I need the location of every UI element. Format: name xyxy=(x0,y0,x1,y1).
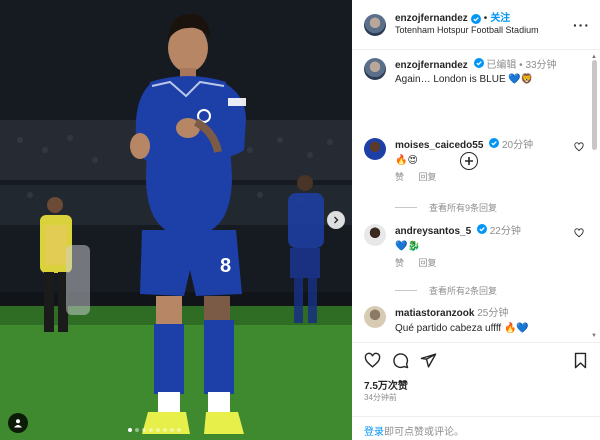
commenter-username[interactable]: moises_caicedo55 xyxy=(395,140,483,151)
post-time: 34分钟前 xyxy=(364,393,397,402)
replies-divider xyxy=(395,290,417,291)
author-avatar[interactable] xyxy=(364,13,386,36)
shirt-number: 8 xyxy=(220,255,231,277)
commenter-username[interactable]: andreysantos_5 xyxy=(395,226,471,237)
comment-text: Qué partido cabeza uffff 🔥💙 xyxy=(395,323,529,334)
comment-reply-button[interactable]: 回复 xyxy=(419,258,437,268)
comment-time: 22分钟 xyxy=(489,226,521,237)
carousel-dot xyxy=(149,428,153,432)
carousel-dot xyxy=(142,428,146,432)
commenter-username[interactable]: matiastoranzook xyxy=(395,308,474,319)
post-actions: 7.5万次赞 34分钟前 登录即可点赞或评论。 xyxy=(352,342,600,440)
caption-separator: • xyxy=(519,60,523,71)
post-caption: enzojfernandez 已编辑 • 33分钟 Again… London … xyxy=(364,58,557,87)
post-photo: 8 xyxy=(0,0,352,440)
bookmark-icon[interactable] xyxy=(573,352,588,369)
comment-time: 25分钟 xyxy=(477,308,509,319)
comment-text: 🔥😍 xyxy=(395,155,418,166)
comment-like-button[interactable]: 赞 xyxy=(395,172,404,182)
heart-icon[interactable] xyxy=(574,228,584,238)
follow-button[interactable]: 关注 xyxy=(490,13,510,26)
carousel-dot xyxy=(163,428,167,432)
login-prompt-text: 即可点赞或评论。 xyxy=(384,427,464,438)
like-heart-icon[interactable] xyxy=(364,352,381,369)
carousel-dot xyxy=(128,428,132,432)
comment-time: 20分钟 xyxy=(501,140,534,151)
caption-avatar[interactable] xyxy=(364,58,386,80)
replies-divider xyxy=(395,207,417,208)
author-username[interactable]: enzojfernandez xyxy=(395,13,468,26)
chevron-right-icon xyxy=(334,216,339,224)
comment-item: andreysantos_5 22分钟 💙🐉 赞 回复 xyxy=(364,224,588,271)
comment-item: moises_caicedo55 20分钟 🔥😍 赞 回复 xyxy=(364,138,588,185)
comments-scrollbar[interactable] xyxy=(592,60,597,150)
caption-text: Again… London is BLUE xyxy=(395,74,506,85)
comment-item: matiastoranzook 25分钟 Qué partido cabeza … xyxy=(364,306,588,336)
carousel-dot xyxy=(156,428,160,432)
commenter-avatar[interactable] xyxy=(364,224,386,246)
post-media[interactable]: 8 xyxy=(0,0,352,440)
post-header: enzojfernandez • 关注 Totenham Hotspur Foo… xyxy=(352,0,600,50)
instagram-post-view: 8 enzojfernandez • 关注 Totenham Hotspur F… xyxy=(0,0,600,440)
more-options-button[interactable]: ··· xyxy=(573,17,590,33)
commenter-avatar[interactable] xyxy=(364,306,386,328)
verified-badge-icon xyxy=(489,138,500,148)
view-replies-button[interactable]: 查看所有9条回复 xyxy=(395,201,497,214)
commenter-avatar[interactable] xyxy=(364,138,386,160)
tagged-users-button[interactable] xyxy=(8,413,28,433)
comment-like-button[interactable]: 赞 xyxy=(395,258,404,268)
edited-label: 已编辑 xyxy=(486,60,517,71)
header-separator: • xyxy=(483,12,488,24)
post-details-panel: enzojfernandez • 关注 Totenham Hotspur Foo… xyxy=(352,0,600,440)
carousel-next-button[interactable] xyxy=(327,211,345,229)
heart-icon[interactable] xyxy=(574,142,584,152)
caption-time: 33分钟 xyxy=(525,60,557,71)
user-tag-icon xyxy=(14,419,22,428)
likes-count[interactable]: 7.5万次赞 xyxy=(364,377,408,392)
view-replies-label: 查看所有2条回复 xyxy=(429,286,498,296)
carousel-indicator xyxy=(128,428,181,432)
verified-badge-icon xyxy=(473,58,484,68)
comment-text: 💙🐉 xyxy=(395,241,420,252)
login-link[interactable]: 登录 xyxy=(364,427,384,438)
caption-emoji: 💙🦁 xyxy=(508,74,534,85)
verified-badge-icon xyxy=(470,13,481,24)
scroll-down-arrow-icon[interactable]: ▼ xyxy=(591,333,597,339)
caption-username[interactable]: enzojfernandez xyxy=(395,60,468,71)
carousel-dot xyxy=(177,428,181,432)
login-prompt: 登录即可点赞或评论。 xyxy=(352,416,600,440)
carousel-dot xyxy=(135,428,139,432)
share-paper-plane-icon[interactable] xyxy=(420,352,437,369)
comment-reply-button[interactable]: 回复 xyxy=(419,172,437,182)
carousel-dot xyxy=(170,428,174,432)
verified-badge-icon xyxy=(476,224,487,234)
comment-bubble-icon[interactable] xyxy=(392,352,409,369)
post-location[interactable]: Totenham Hotspur Football Stadium xyxy=(395,25,573,36)
view-replies-label: 查看所有9条回复 xyxy=(429,203,498,213)
comments-list[interactable]: enzojfernandez 已编辑 • 33分钟 Again… London … xyxy=(352,50,600,342)
view-replies-button[interactable]: 查看所有2条回复 xyxy=(395,284,497,297)
